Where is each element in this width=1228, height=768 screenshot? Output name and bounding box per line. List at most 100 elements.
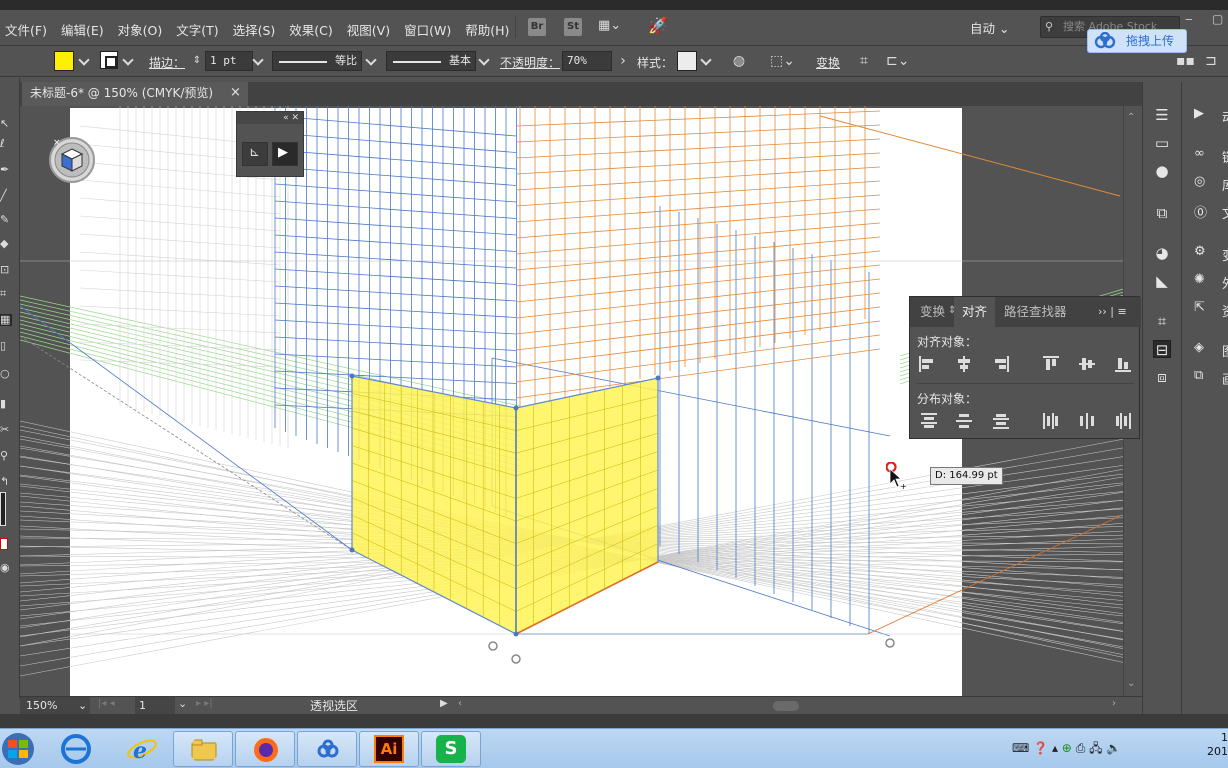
dock-links[interactable]: ∞链 [1194,146,1228,166]
chevron-down-icon[interactable] [252,54,264,66]
scroll-left-icon[interactable]: ‹ [458,698,462,709]
usb-icon[interactable]: ⎙ [1076,741,1086,755]
selection-tool-icon[interactable]: ↖ [0,118,12,130]
bridge-button[interactable]: Br [528,18,546,36]
clock[interactable]: 1 201 [1204,731,1228,759]
align-bottom-icon[interactable] [1114,355,1132,373]
dock-asset-export[interactable]: ⇱资 [1194,300,1228,320]
close-icon[interactable]: × [53,138,61,148]
distribute-right-icon[interactable] [1114,412,1132,430]
menu-edit[interactable]: 编辑(E) [54,20,111,39]
gradient-icon[interactable]: ▭ [1153,134,1171,152]
zoom-field[interactable]: 150% ⌄ [20,697,90,714]
perspective-grid-btn[interactable]: ⊾ [242,142,268,166]
chevron-down-icon[interactable] [365,54,377,66]
dock-appearance[interactable]: ✺外 [1194,272,1228,292]
tab-align[interactable]: 对齐 [954,297,996,327]
stroke-label[interactable]: 描边： [149,54,185,71]
tab-transform[interactable]: 变换 [912,297,953,327]
taskbar-wps[interactable]: S [421,731,481,767]
taskbar-baidu-netdisk[interactable] [297,731,357,767]
pencil-tool-icon[interactable]: ✎ [0,214,12,226]
start-orb-icon[interactable] [0,731,36,767]
ie-icon[interactable] [58,731,94,767]
first-page-icon[interactable]: |◂ ◂ [98,698,115,709]
gpu-performance-icon[interactable]: 🚀 [648,16,668,35]
panel-header[interactable]: « ✕ [237,112,303,124]
scroll-right-icon[interactable]: › [1112,698,1116,709]
slice-tool-icon[interactable]: ✂ [0,424,12,436]
dock-artboards[interactable]: ⧉画 [1194,368,1228,388]
close-icon[interactable]: × [230,85,241,100]
align-icon[interactable]: ⊟ [1153,340,1171,359]
tray-app-icon[interactable]: ⊕ [1062,741,1072,755]
menu-type[interactable]: 文字(T) [169,20,225,39]
menu-help[interactable]: 帮助(H) [458,20,516,39]
anchor-point[interactable] [349,547,355,553]
chevron-right-icon[interactable]: › [614,52,632,70]
stepper-icon[interactable]: ⇕ [188,52,206,70]
align-left-icon[interactable] [918,355,936,373]
eraser-tool-icon[interactable]: ◆ [0,238,12,250]
gradient-tool-icon[interactable]: ○ [0,368,12,380]
dock-layers[interactable]: ◈图 [1194,340,1228,360]
appearance-icon[interactable]: ◣ [1153,272,1171,290]
free-transform-icon[interactable]: ⌗ [0,288,12,300]
pathfinder-icon[interactable]: ⧈ [1153,368,1171,386]
menu-view[interactable]: 视图(V) [340,20,397,39]
menu-select[interactable]: 选择(S) [226,20,283,39]
distribute-bottom-icon[interactable] [992,412,1010,430]
stock-button[interactable]: St [564,18,582,36]
document-tab[interactable]: 未标题-6* @ 150% (CMYK/预览) [22,82,248,106]
perspective-selection-btn[interactable]: ▶ [272,142,298,166]
tab-pathfinder[interactable]: 路径查找器 [996,297,1075,327]
chevron-down-icon[interactable] [700,54,712,66]
chevron-down-icon[interactable] [478,54,490,66]
expand-icon[interactable]: ⊐ [1202,52,1220,70]
help-icon[interactable]: ❓ [1033,741,1048,755]
grid-widget-handle[interactable] [488,641,498,651]
scroll-down-icon[interactable]: ⌄ [1127,678,1135,689]
menu-object[interactable]: 对象(O) [111,20,170,39]
align-hcenter-icon[interactable] [955,355,973,373]
horizontal-scrollbar[interactable] [468,701,1118,711]
transform-link[interactable]: 变换 [816,54,840,71]
zoom-tool-icon[interactable]: ⚲ [0,450,12,462]
scale-tool-icon[interactable]: ⊡ [0,264,12,276]
stroke-color-swatch[interactable] [0,492,6,526]
taskbar-explorer[interactable] [173,731,233,767]
page-field[interactable]: 1 [135,697,175,714]
align-top-icon[interactable] [1042,355,1060,373]
menu-icon[interactable]: ☰ [1153,106,1171,124]
taskbar-illustrator[interactable]: Ai [359,731,419,767]
panel-options-icon[interactable]: ▪▪ [1176,52,1195,70]
opacity-field[interactable]: 70% [562,51,612,71]
fill-swatch[interactable] [54,51,74,71]
keyboard-icon[interactable]: ⌨ [1012,741,1029,755]
menu-window[interactable]: 窗口(W) [397,20,458,39]
menu-file[interactable]: 文件(F) [0,20,54,39]
last-page-icon[interactable]: ▸ ▸| [196,698,213,709]
lasso-tool-icon[interactable]: ℓ [0,138,12,150]
chevron-down-icon[interactable] [122,54,134,66]
anchor-point[interactable] [513,631,519,637]
volume-icon[interactable]: 🔈 [1106,741,1121,755]
transform-icon[interactable]: ⌗ [1153,312,1171,330]
chevron-down-icon[interactable] [78,54,90,66]
grid-widget-handle[interactable] [885,638,895,648]
align-right-icon[interactable] [992,355,1010,373]
dock-document-info[interactable]: ⓪文 [1194,202,1228,222]
baidu-upload-button[interactable]: 拖拽上传 [1087,29,1187,53]
distribute-vcenter-icon[interactable] [955,412,973,430]
network-icon[interactable]: 🖧 [1089,741,1102,755]
arrange-icon[interactable]: ⊏⌄ [886,52,909,70]
anchor-point[interactable] [349,373,355,379]
variable-width-profile[interactable]: 等比 [272,51,362,71]
scroll-thumb[interactable] [773,701,799,711]
artboards-icon[interactable]: ⧉ [1153,204,1171,222]
opacity-label[interactable]: 不透明度： [500,54,560,71]
status-menu-icon[interactable]: ▶ [440,698,448,709]
taskbar-firefox[interactable] [235,731,295,767]
distribute-left-icon[interactable] [1042,412,1060,430]
tray-expand-icon[interactable]: ▴ [1052,741,1058,755]
